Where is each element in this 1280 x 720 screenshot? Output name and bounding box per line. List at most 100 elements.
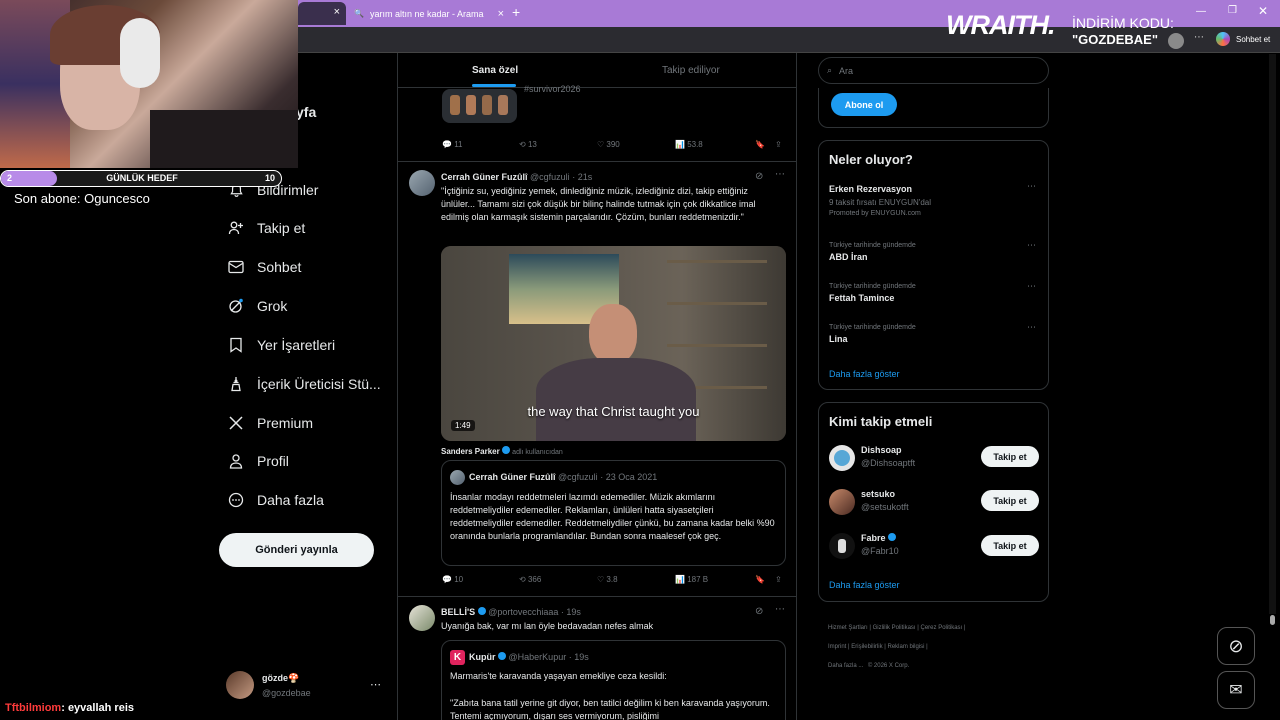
- tweet-avatar[interactable]: [409, 605, 435, 631]
- trend-item[interactable]: Türkiye tarihinde gündemde Lina: [829, 324, 916, 344]
- search-input[interactable]: ⌕ Ara: [818, 57, 1049, 84]
- nav-item-more[interactable]: Daha fazla: [228, 492, 324, 508]
- trend-more-icon[interactable]: ⋯: [1027, 281, 1036, 292]
- repost-button[interactable]: ⟲ 366: [519, 575, 597, 584]
- nav-home-partial[interactable]: yfa: [296, 104, 316, 120]
- suggestion-avatar[interactable]: [829, 445, 855, 471]
- close-tab-icon[interactable]: ×: [498, 8, 504, 20]
- close-tab-icon[interactable]: ×: [334, 6, 340, 18]
- messages-float-icon[interactable]: ✉: [1217, 671, 1255, 709]
- browser-tab-active[interactable]: ×: [298, 2, 346, 25]
- quoted-tweet[interactable]: Cerrah Güner Fuzûlî @cgfuzuli · 23 Oca 2…: [441, 460, 786, 566]
- post-button[interactable]: Gönderi yayınla: [219, 533, 374, 567]
- footer-link[interactable]: Reklam bilgisi: [888, 644, 925, 650]
- suggestion-avatar[interactable]: [829, 533, 855, 559]
- browser-tab-search[interactable]: 🔍 yarım altın ne kadar - Arama ×: [350, 2, 510, 25]
- suggestion-user[interactable]: setsuko @setsukotft: [861, 489, 909, 512]
- tweet-handle: @cgfuzuli: [530, 172, 570, 182]
- trends-show-more-link[interactable]: Daha fazla göster: [829, 369, 900, 379]
- nav-item-profile[interactable]: Profil: [228, 453, 289, 469]
- tweet-author[interactable]: Cerrah Güner Fuzûlî: [441, 172, 528, 182]
- nav-item-premium[interactable]: Premium: [228, 415, 313, 431]
- quote-header: Kupür @HaberKupur · 19s: [469, 652, 589, 662]
- nav-label: Profil: [257, 453, 289, 469]
- browser-profile-avatar[interactable]: [1168, 33, 1184, 49]
- maximize-icon[interactable]: ❐: [1228, 5, 1237, 16]
- tweet-video[interactable]: the way that Christ taught you 1:49: [441, 246, 786, 441]
- trend-item[interactable]: Türkiye tarihinde gündemde ABD İran: [829, 242, 916, 262]
- reply-button[interactable]: 💬 10: [442, 575, 519, 584]
- discount-label: İNDİRİM KODU:: [1072, 15, 1174, 31]
- nav-label: Yer İşaretleri: [257, 337, 336, 353]
- sohbet-button[interactable]: Sohbet et: [1236, 35, 1270, 44]
- account-more-icon[interactable]: ⋯: [370, 678, 381, 691]
- like-button[interactable]: ♡ 3.8: [597, 575, 675, 584]
- trend-item[interactable]: Erken Rezervasyon 9 taksit fırsatı ENUYG…: [829, 184, 931, 217]
- video-duration: 1:49: [451, 420, 475, 431]
- trend-more-icon[interactable]: ⋯: [1027, 322, 1036, 333]
- grok-explain-icon[interactable]: ⊘: [755, 171, 763, 182]
- quoted-tweet[interactable]: K Kupür @HaberKupur · 19s Marmaris'te ka…: [441, 640, 786, 720]
- search-placeholder: Ara: [839, 65, 854, 76]
- footer-link[interactable]: Daha fazla ...: [828, 663, 863, 669]
- reply-button[interactable]: 💬 11: [442, 140, 519, 149]
- hashtag[interactable]: #survivor2026: [524, 84, 581, 94]
- tweet-actions: 💬 10 ⟲ 366 ♡ 3.8 📊 187 B 🔖 ⇪: [442, 575, 787, 584]
- nav-item-chat[interactable]: Sohbet: [228, 259, 301, 275]
- follow-button[interactable]: Takip et: [981, 490, 1039, 511]
- views-button[interactable]: 📊 53.8: [675, 140, 755, 149]
- close-window-icon[interactable]: ✕: [1258, 4, 1268, 18]
- subscribe-button[interactable]: Abone ol: [831, 93, 897, 116]
- bookmark-icon[interactable]: 🔖: [755, 575, 775, 584]
- tab-following[interactable]: Takip ediliyor: [662, 65, 720, 76]
- tweet-text: "İçtiğiniz su, yediğiniz yemek, dinlediğ…: [441, 186, 756, 222]
- nav-item-follow[interactable]: Takip et: [228, 220, 305, 236]
- trend-more-icon[interactable]: ⋯: [1027, 240, 1036, 251]
- footer-link[interactable]: Imprint: [828, 644, 846, 650]
- timeline-tabs: Sana özel Takip ediliyor: [398, 53, 796, 88]
- nav-item-bookmarks[interactable]: Yer İşaretleri: [228, 337, 335, 353]
- tweet-avatar[interactable]: [409, 170, 435, 196]
- share-icon[interactable]: ⇪: [775, 140, 782, 149]
- follow-button[interactable]: Takip et: [981, 446, 1039, 467]
- attribution-name[interactable]: Sanders Parker: [441, 447, 500, 456]
- suggestion-avatar[interactable]: [829, 489, 855, 515]
- grok-float-icon[interactable]: ⊘: [1217, 627, 1255, 665]
- trend-item[interactable]: Türkiye tarihinde gündemde Fettah Taminc…: [829, 283, 916, 303]
- new-tab-icon[interactable]: +: [512, 4, 520, 20]
- suggestion-user[interactable]: Dishsoap @Dishsoaptft: [861, 445, 915, 468]
- tab-for-you[interactable]: Sana özel: [472, 65, 518, 76]
- tweet-more-icon[interactable]: ⋯: [775, 169, 785, 180]
- tweet-more-icon[interactable]: ⋯: [775, 604, 785, 615]
- search-icon: ⌕: [827, 65, 833, 75]
- nav-item-creator-studio[interactable]: İçerik Üreticisi Stü...: [228, 376, 381, 392]
- scrollbar-thumb[interactable]: [1270, 615, 1275, 625]
- trend-more-icon[interactable]: ⋯: [1027, 181, 1036, 192]
- like-button[interactable]: ♡ 390: [597, 140, 675, 149]
- verified-badge-icon: [501, 446, 510, 454]
- footer-link[interactable]: Erişilebilirlik: [851, 644, 882, 650]
- who-show-more-link[interactable]: Daha fazla göster: [829, 580, 900, 590]
- survivor-image[interactable]: [442, 89, 517, 123]
- more-menu-icon[interactable]: ⋯: [1194, 32, 1204, 43]
- follow-button[interactable]: Takip et: [981, 535, 1039, 556]
- tweet-time[interactable]: 19s: [566, 607, 581, 617]
- minimize-icon[interactable]: —: [1196, 6, 1206, 17]
- footer-link[interactable]: Gizlilik Politikası: [873, 625, 916, 631]
- nav-item-grok[interactable]: Grok: [228, 298, 287, 314]
- tweet-time[interactable]: 21s: [578, 172, 593, 182]
- grok-explain-icon[interactable]: ⊘: [755, 606, 763, 617]
- suggestion-user[interactable]: Fabre @Fabr10: [861, 533, 899, 556]
- share-icon[interactable]: ⇪: [775, 575, 782, 584]
- copilot-icon[interactable]: [1216, 32, 1230, 46]
- footer-link[interactable]: Çerez Politikası: [921, 625, 963, 631]
- scrollbar[interactable]: [1269, 54, 1276, 614]
- goal-progress-bar: 2 GÜNLÜK HEDEF 10: [0, 170, 282, 187]
- trends-card: Neler oluyor? Erken Rezervasyon 9 taksit…: [818, 140, 1049, 390]
- tweet-author[interactable]: BELLİ'S: [441, 607, 475, 617]
- repost-button[interactable]: ⟲ 13: [519, 140, 597, 149]
- account-avatar[interactable]: [226, 671, 254, 699]
- bookmark-icon[interactable]: 🔖: [755, 140, 775, 149]
- footer-link[interactable]: Hizmet Şartları: [828, 625, 868, 631]
- views-button[interactable]: 📊 187 B: [675, 575, 755, 584]
